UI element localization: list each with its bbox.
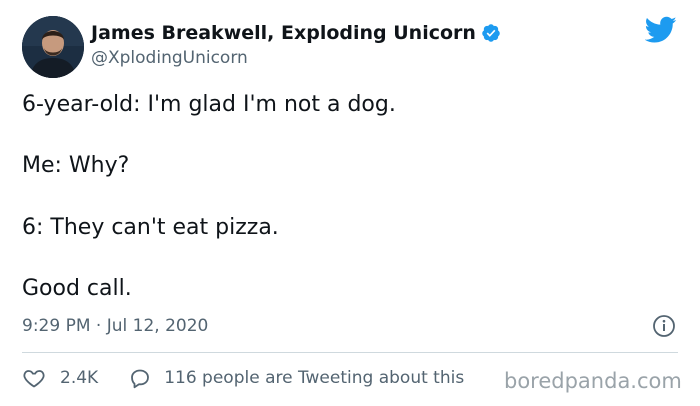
twitter-bird-icon[interactable]: [645, 16, 677, 44]
tweet-timestamp[interactable]: 9:29 PM · Jul 12, 2020: [22, 316, 208, 336]
avatar[interactable]: [22, 16, 84, 78]
tweet-text-line: 6-year-old: I'm glad I'm not a dog.: [22, 92, 396, 117]
watermark: boredpanda.com: [502, 369, 684, 393]
tweet-card: James Breakwell, Exploding Unicorn @Xplo…: [0, 0, 700, 406]
heart-icon[interactable]: [22, 366, 46, 390]
tweet-text-line: Me: Why?: [22, 153, 130, 178]
speech-bubble-icon[interactable]: [128, 366, 152, 390]
author-name-row: James Breakwell, Exploding Unicorn: [91, 22, 501, 44]
info-icon[interactable]: [652, 314, 676, 338]
divider: [22, 352, 678, 353]
tweet-text-line: Good call.: [22, 276, 132, 301]
author-display-name[interactable]: James Breakwell, Exploding Unicorn: [91, 22, 476, 44]
verified-badge-icon: [482, 24, 500, 42]
tweet-text-line: 6: They can't eat pizza.: [22, 215, 279, 240]
avatar-image: [22, 16, 84, 78]
like-count[interactable]: 2.4K: [60, 368, 98, 388]
tweeting-about-link[interactable]: 116 people are Tweeting about this: [164, 368, 464, 388]
action-bar: 2.4K 116 people are Tweeting about this: [22, 366, 464, 390]
author-handle[interactable]: @XplodingUnicorn: [91, 48, 248, 68]
